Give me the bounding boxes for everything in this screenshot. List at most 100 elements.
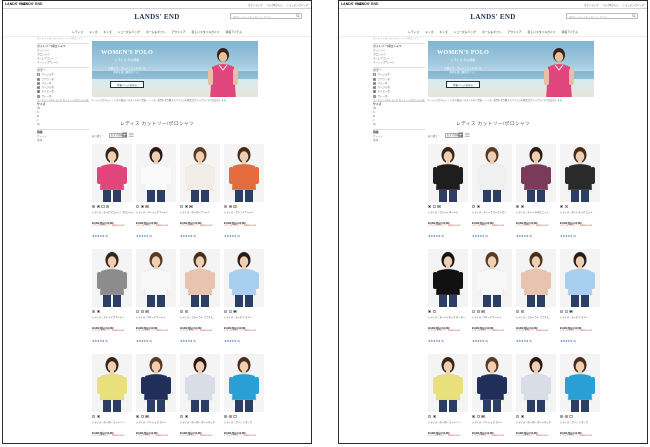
color-swatch[interactable]: [428, 205, 432, 209]
product-name[interactable]: レディス・ドレープ カーディガン: [472, 212, 512, 215]
color-swatch[interactable]: [560, 205, 564, 209]
color-swatch[interactable]: [145, 310, 149, 314]
sitemap-link[interactable]: サイトマップ: [584, 3, 598, 7]
product-rating[interactable]: ★★★★★(8): [136, 234, 152, 238]
product-image[interactable]: [516, 144, 556, 202]
nav-outdoor[interactable]: アウトドア: [172, 29, 186, 36]
product-image[interactable]: [560, 144, 600, 202]
color-swatch[interactable]: [180, 310, 184, 314]
color-swatch[interactable]: [140, 310, 144, 314]
color-swatch[interactable]: [101, 205, 105, 209]
color-swatch[interactable]: [481, 415, 485, 419]
color-swatch[interactable]: [136, 205, 140, 209]
product-rating[interactable]: ★★★★★(8): [180, 339, 196, 343]
color-swatch[interactable]: [145, 415, 149, 419]
color-swatch[interactable]: [233, 415, 237, 419]
color-swatch[interactable]: [437, 205, 441, 209]
product-card[interactable]: レディス・ベーシック Tシャツ ¥3,990 (税込) ¥4,309 レディス カッ…: [136, 144, 176, 244]
product-card[interactable]: レディス・タートルネック セーター ¥3,990 (税込) ¥4,309 レディス …: [428, 249, 468, 349]
color-swatch[interactable]: [560, 310, 564, 314]
product-name[interactable]: レディス・ボーダー Tシャツ: [180, 212, 220, 215]
nav-mens[interactable]: メンズ: [425, 29, 433, 36]
color-swatch[interactable]: [516, 205, 520, 209]
nav-style-guide[interactable]: 新しいスタイルガイド: [192, 29, 220, 36]
product-name[interactable]: レディス・プリント Tシャツ: [224, 212, 264, 215]
color-swatch[interactable]: [92, 415, 96, 419]
color-swatch[interactable]: [560, 415, 564, 419]
color-swatch[interactable]: [564, 205, 568, 209]
product-image[interactable]: [92, 249, 132, 307]
help-link[interactable]: ヘルプ&ガイド: [267, 3, 283, 7]
help-link[interactable]: ヘルプ&ガイド: [603, 3, 619, 7]
sidebar-item-cat[interactable]: ベーシックTシャツ: [37, 61, 89, 65]
product-name[interactable]: レディス・フローラル ブラウス: [180, 317, 220, 320]
product-rating[interactable]: ★★★★★(8): [560, 339, 576, 343]
color-swatch[interactable]: [180, 205, 184, 209]
color-swatch[interactable]: [140, 205, 144, 209]
product-name[interactable]: レディス・ベーシック クルー: [136, 422, 176, 425]
color-swatch[interactable]: [428, 310, 432, 314]
color-swatch[interactable]: [564, 310, 568, 314]
color-swatch[interactable]: [136, 310, 140, 314]
product-name[interactable]: レディス・スーピマコットン ポロシャツ: [92, 212, 134, 215]
product-image[interactable]: [560, 249, 600, 307]
product-card[interactable]: レディス・ストール付き ニット ¥3,990 (税込) ¥4,309 レディス カッ…: [516, 144, 556, 244]
color-swatch[interactable]: [228, 415, 232, 419]
search-input[interactable]: 検索キーワードを入力してください: [230, 13, 302, 19]
color-swatch[interactable]: [189, 205, 193, 209]
nav-outdoor[interactable]: アウトドア: [508, 29, 522, 36]
color-swatch[interactable]: [516, 415, 520, 419]
color-swatch[interactable]: [224, 205, 228, 209]
product-card[interactable]: レディス・ベーシック クルー ¥3,990 (税込) ¥4,309 レディス カット…: [136, 354, 176, 443]
product-card[interactable]: レディス・ストライプ Tシャツ ¥3,990 (税込) ¥4,309 レディス カッ…: [92, 249, 132, 349]
product-image[interactable]: [180, 249, 220, 307]
nav-mens[interactable]: メンズ: [89, 29, 97, 36]
color-swatch[interactable]: [569, 310, 573, 314]
product-card[interactable]: レディス・スーピマコットン ポロシャツ ¥3,990 (税込) ¥4,309 レディ…: [92, 144, 134, 244]
color-swatch[interactable]: [184, 415, 188, 419]
product-image[interactable]: [428, 354, 468, 412]
product-rating[interactable]: ★★★★★(8): [136, 339, 152, 343]
product-name[interactable]: レディス・ストライプ Tシャツ: [92, 317, 132, 320]
search-input[interactable]: 検索キーワードを入力してください: [566, 13, 638, 19]
product-image[interactable]: [428, 249, 468, 307]
product-card[interactable]: レディス・Vネック Tシャツ ¥3,990 (税込) ¥4,309 レディス カット…: [136, 249, 176, 349]
product-card[interactable]: レディス・プリント Tシャツ ¥3,990 (税込) ¥4,309 レディス カット…: [224, 144, 264, 244]
product-name[interactable]: レディス・ストール付き ニット: [516, 212, 556, 215]
color-swatch[interactable]: [96, 205, 100, 209]
product-name[interactable]: レディス・プリント タンク: [224, 422, 264, 425]
banner-cta-button[interactable]: 特集ページを見る: [110, 81, 144, 88]
product-rating[interactable]: ★★★★★(8): [472, 339, 488, 343]
product-name[interactable]: レディス・Vネック Tシャツ: [136, 317, 176, 320]
product-rating[interactable]: ★★★★★(8): [516, 339, 532, 343]
grid-view-icon[interactable]: [458, 132, 470, 138]
product-name[interactable]: レディス・ボーダー ボートネック: [516, 422, 556, 425]
product-name[interactable]: レディス・プリント タンク: [560, 422, 600, 425]
color-swatch[interactable]: [180, 415, 184, 419]
product-rating[interactable]: ★★★★★(8): [224, 339, 240, 343]
color-swatch[interactable]: [476, 415, 480, 419]
color-swatch[interactable]: [92, 205, 96, 209]
product-image[interactable]: [180, 144, 220, 202]
product-rating[interactable]: ★★★★★(8): [428, 339, 444, 343]
search-icon[interactable]: [296, 14, 300, 18]
product-name[interactable]: レディス・Vネック Tシャツ: [472, 317, 512, 320]
color-swatch[interactable]: [476, 205, 480, 209]
color-swatch[interactable]: [145, 205, 149, 209]
product-image[interactable]: [180, 354, 220, 412]
product-image[interactable]: [472, 249, 512, 307]
product-image[interactable]: [472, 354, 512, 412]
top-logo-secondary[interactable]: LANDS' END: [357, 2, 379, 6]
nav-home-gift[interactable]: ホーム＆ギフト: [146, 29, 166, 36]
product-rating[interactable]: ★★★★★(8): [180, 234, 196, 238]
color-swatch[interactable]: [481, 310, 485, 314]
material-filter[interactable]: 素材: [373, 139, 425, 143]
color-swatch[interactable]: [569, 415, 573, 419]
product-name[interactable]: レディス・フローラル ブラウス: [516, 317, 556, 320]
color-swatch[interactable]: [472, 415, 476, 419]
color-swatch[interactable]: [96, 415, 100, 419]
nav-home-gift[interactable]: ホーム＆ギフト: [482, 29, 502, 36]
color-swatch[interactable]: [136, 415, 140, 419]
product-card[interactable]: レディス・フローラル ブラウス ¥3,990 (税込) ¥4,309 レディス カッ…: [180, 249, 220, 349]
color-filter[interactable]: グレー系: [37, 94, 89, 99]
